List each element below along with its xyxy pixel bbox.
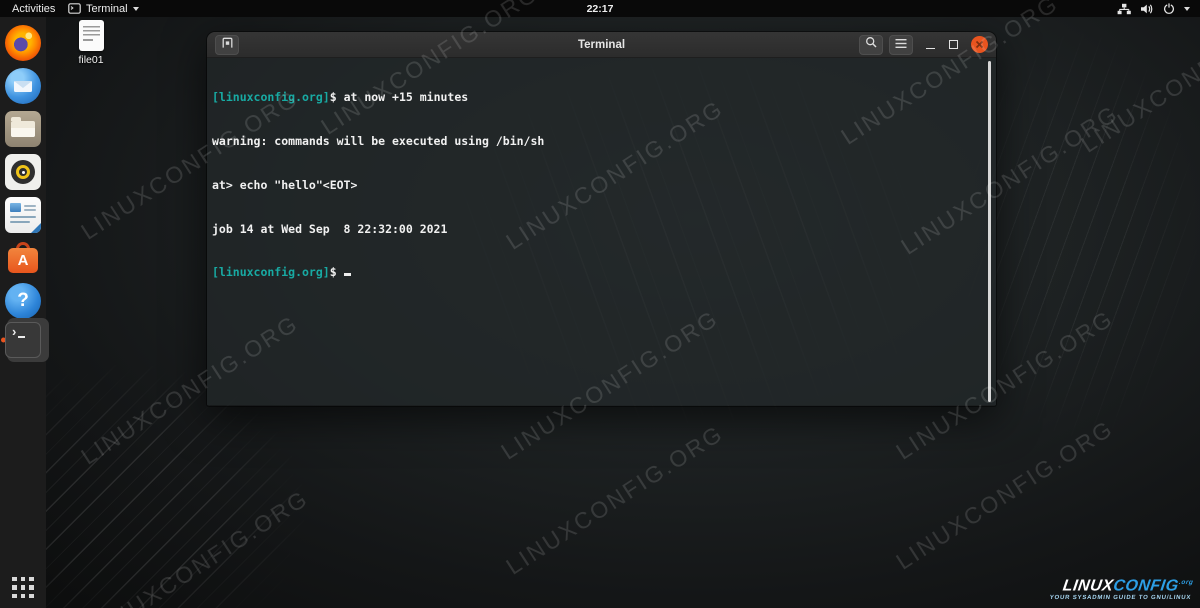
logo-text-config: CONFIG bbox=[1112, 577, 1180, 594]
dock-item-firefox[interactable] bbox=[5, 25, 41, 61]
power-icon bbox=[1163, 3, 1175, 15]
minimize-button[interactable] bbox=[926, 48, 935, 50]
app-grid-icon bbox=[12, 577, 34, 599]
caret-down-icon bbox=[1184, 7, 1190, 11]
activities-button[interactable]: Activities bbox=[0, 0, 67, 17]
ubuntu-software-icon bbox=[5, 240, 41, 276]
terminal-symbolic-icon bbox=[68, 3, 81, 14]
shell-prompt: [linuxconfig.org] bbox=[212, 265, 330, 279]
terminal-window: Terminal bbox=[207, 32, 996, 406]
dock-item-thunderbird[interactable] bbox=[5, 68, 41, 104]
app-menu-label: Terminal bbox=[86, 3, 128, 15]
terminal-line: warning: commands will be executed using… bbox=[212, 134, 990, 149]
firefox-icon bbox=[5, 25, 41, 61]
dock-item-ubuntu-software[interactable] bbox=[5, 240, 41, 276]
app-menu-button[interactable]: Terminal bbox=[68, 0, 139, 17]
files-icon bbox=[5, 111, 41, 147]
help-icon bbox=[5, 283, 41, 319]
clock[interactable]: 22:17 bbox=[0, 0, 1200, 17]
dock bbox=[0, 17, 46, 608]
search-button[interactable] bbox=[859, 35, 883, 55]
terminal-line: [linuxconfig.org]$ at now +15 minutes bbox=[212, 90, 990, 105]
thunderbird-icon bbox=[5, 68, 41, 104]
command-text: at now +15 minutes bbox=[337, 90, 469, 104]
maximize-button[interactable] bbox=[949, 40, 958, 49]
output-text: warning: commands will be executed using… bbox=[212, 134, 544, 148]
close-icon bbox=[975, 36, 984, 54]
terminal-titlebar[interactable]: Terminal bbox=[207, 32, 996, 58]
terminal-line: [linuxconfig.org]$ bbox=[212, 265, 990, 280]
terminal-app-icon bbox=[5, 322, 41, 358]
new-tab-icon bbox=[221, 36, 234, 54]
logo-tagline: YOUR SYSADMIN GUIDE TO GNU/LINUX bbox=[1049, 595, 1191, 601]
linuxconfig-logo: LINUXCONFIG.org YOUR SYSADMIN GUIDE TO G… bbox=[1049, 575, 1194, 601]
document-icon bbox=[79, 20, 104, 51]
scrollbar[interactable] bbox=[988, 61, 991, 402]
logo-text-tld: .org bbox=[1178, 579, 1193, 586]
dock-item-help[interactable] bbox=[5, 283, 41, 319]
terminal-screen[interactable]: [linuxconfig.org]$ at now +15 minutes wa… bbox=[207, 58, 996, 405]
dock-item-libreoffice-writer[interactable] bbox=[5, 197, 41, 233]
dock-item-rhythmbox[interactable] bbox=[5, 154, 41, 190]
hamburger-menu-icon bbox=[895, 36, 907, 54]
prompt-dollar: $ bbox=[330, 265, 337, 279]
output-text: at> echo "hello"<EOT> bbox=[212, 178, 357, 192]
terminal-cursor bbox=[344, 273, 351, 276]
new-tab-button[interactable] bbox=[215, 35, 239, 55]
desktop-file-label: file01 bbox=[68, 54, 114, 66]
system-status-area[interactable] bbox=[1107, 0, 1200, 17]
terminal-line: job 14 at Wed Sep 8 22:32:00 2021 bbox=[212, 222, 990, 237]
prompt-dollar: $ bbox=[330, 90, 337, 104]
terminal-line: at> echo "hello"<EOT> bbox=[212, 178, 990, 193]
close-button[interactable] bbox=[971, 36, 988, 53]
rhythmbox-icon bbox=[5, 154, 41, 190]
dock-item-files[interactable] bbox=[5, 111, 41, 147]
caret-down-icon bbox=[133, 7, 139, 11]
desktop-file-icon[interactable]: file01 bbox=[68, 20, 114, 66]
output-text: job 14 at Wed Sep 8 22:32:00 2021 bbox=[212, 222, 447, 236]
top-bar: Activities Terminal 22:17 bbox=[0, 0, 1200, 17]
logo-text-linux: LINUX bbox=[1061, 577, 1114, 594]
shell-prompt: [linuxconfig.org] bbox=[212, 90, 330, 104]
search-icon bbox=[865, 36, 878, 54]
menu-button[interactable] bbox=[889, 35, 913, 55]
network-wired-icon bbox=[1117, 3, 1131, 15]
show-applications-button[interactable] bbox=[0, 577, 46, 599]
volume-icon bbox=[1140, 3, 1154, 15]
desktop-screen: file01 Terminal bbox=[0, 0, 1200, 608]
libreoffice-writer-icon bbox=[5, 197, 41, 233]
dock-item-terminal[interactable] bbox=[5, 322, 41, 358]
